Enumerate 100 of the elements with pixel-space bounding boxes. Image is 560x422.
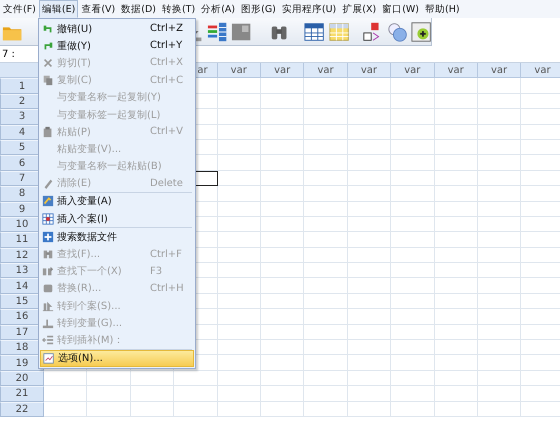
table-cell[interactable]	[391, 109, 435, 125]
table-cell[interactable]	[478, 294, 522, 310]
table-cell[interactable]	[391, 248, 435, 264]
table-cell[interactable]	[478, 248, 522, 264]
table-cell[interactable]	[174, 370, 218, 386]
table-cell[interactable]	[478, 124, 522, 140]
table-cell[interactable]	[348, 248, 392, 264]
table-cell[interactable]	[348, 216, 392, 232]
menu-item[interactable]: 搜索数据文件	[40, 228, 194, 246]
table-cell[interactable]	[434, 340, 478, 356]
table-cell[interactable]	[391, 402, 435, 417]
table-cell[interactable]	[260, 294, 304, 310]
table-cell[interactable]	[304, 202, 348, 217]
table-cell[interactable]	[218, 186, 261, 202]
table-cell[interactable]	[218, 278, 261, 294]
table-cell[interactable]	[218, 355, 261, 371]
table-cell[interactable]	[218, 109, 261, 125]
table-cell[interactable]	[391, 202, 435, 217]
table-cell[interactable]	[391, 355, 435, 371]
menu-item[interactable]: 查看(V)	[78, 0, 118, 18]
menu-item[interactable]: 扩展(X)	[339, 0, 380, 18]
table-cell[interactable]	[304, 155, 348, 171]
table-cell[interactable]	[218, 294, 261, 310]
table-cell[interactable]	[478, 155, 522, 171]
table-cell[interactable]	[87, 370, 131, 386]
table-cell[interactable]	[304, 263, 348, 278]
table-cell[interactable]	[218, 78, 261, 94]
table-cell[interactable]	[434, 370, 478, 386]
table-cell[interactable]	[391, 340, 435, 356]
table-cell[interactable]	[260, 309, 304, 325]
table-cell[interactable]	[478, 186, 522, 202]
table-cell[interactable]	[130, 370, 174, 386]
menu-item[interactable]: 窗口(W)	[379, 0, 422, 18]
table-cell[interactable]	[478, 370, 522, 386]
table-cell[interactable]	[348, 324, 392, 340]
table-cell[interactable]	[260, 155, 304, 171]
table-cell[interactable]	[478, 355, 522, 371]
table-cell[interactable]	[348, 202, 392, 217]
table-cell[interactable]	[434, 155, 478, 171]
menu-item[interactable]: 重做(Y) Ctrl+Y	[40, 37, 194, 54]
table-cell[interactable]	[304, 140, 348, 156]
table-cell[interactable]	[391, 170, 435, 186]
table-cell[interactable]	[478, 232, 522, 248]
table-cell[interactable]	[391, 124, 435, 140]
table-cell[interactable]	[260, 140, 304, 156]
table-cell[interactable]	[391, 94, 435, 110]
table-cell[interactable]	[218, 124, 261, 140]
table-cell[interactable]	[218, 155, 261, 171]
table-cell[interactable]	[44, 370, 88, 386]
table-cell[interactable]	[260, 355, 304, 371]
table-cell[interactable]	[87, 402, 131, 417]
table-cell[interactable]	[304, 294, 348, 310]
menu-item[interactable]: 选项(N)...	[40, 350, 194, 367]
table-cell[interactable]	[44, 386, 88, 402]
table-cell[interactable]	[304, 248, 348, 264]
table-cell[interactable]	[434, 294, 478, 310]
table-cell[interactable]	[130, 402, 174, 417]
table-cell[interactable]	[478, 340, 522, 356]
table-cell[interactable]	[391, 263, 435, 278]
variables-icon[interactable]	[207, 20, 228, 42]
table-cell[interactable]	[218, 370, 261, 386]
table-cell[interactable]	[304, 94, 348, 110]
table-cell[interactable]	[348, 309, 392, 325]
table-cell[interactable]	[304, 355, 348, 371]
table-cell[interactable]	[478, 216, 522, 232]
table-cell[interactable]	[391, 278, 435, 294]
table-cell[interactable]	[218, 232, 261, 248]
table-cell[interactable]	[391, 186, 435, 202]
table-cell[interactable]	[478, 278, 522, 294]
table-cell[interactable]	[348, 186, 392, 202]
table-cell[interactable]	[304, 402, 348, 417]
table-cell[interactable]	[218, 386, 261, 402]
table-cell[interactable]	[478, 170, 522, 186]
table-cell[interactable]	[218, 248, 261, 264]
table-cell[interactable]	[348, 124, 392, 140]
table-cell[interactable]	[391, 78, 435, 94]
table-cell[interactable]	[260, 109, 304, 125]
table-cell[interactable]	[391, 386, 435, 402]
table-cell[interactable]	[304, 309, 348, 325]
table-cell[interactable]	[478, 202, 522, 217]
table-cell[interactable]	[174, 402, 218, 417]
menu-item[interactable]: 文件(F)	[0, 0, 39, 18]
table-cell[interactable]	[434, 140, 478, 156]
table-cell[interactable]	[434, 124, 478, 140]
table-cell[interactable]	[478, 94, 522, 110]
menu-item[interactable]: 实用程序(U)	[278, 0, 340, 18]
table-cell[interactable]	[304, 170, 348, 186]
table-cell[interactable]	[434, 170, 478, 186]
table-cell[interactable]	[434, 278, 478, 294]
table-cell[interactable]	[434, 263, 478, 278]
table-cell[interactable]	[348, 386, 392, 402]
table-cell[interactable]	[348, 78, 392, 94]
table-cell[interactable]	[348, 355, 392, 371]
table-cell[interactable]	[218, 263, 261, 278]
table-cell[interactable]	[478, 78, 522, 94]
table-cell[interactable]	[478, 140, 522, 156]
menu-item[interactable]: 图形(G)	[238, 0, 279, 18]
table-cell[interactable]	[434, 216, 478, 232]
table-cell[interactable]	[260, 232, 304, 248]
table-cell[interactable]	[304, 186, 348, 202]
